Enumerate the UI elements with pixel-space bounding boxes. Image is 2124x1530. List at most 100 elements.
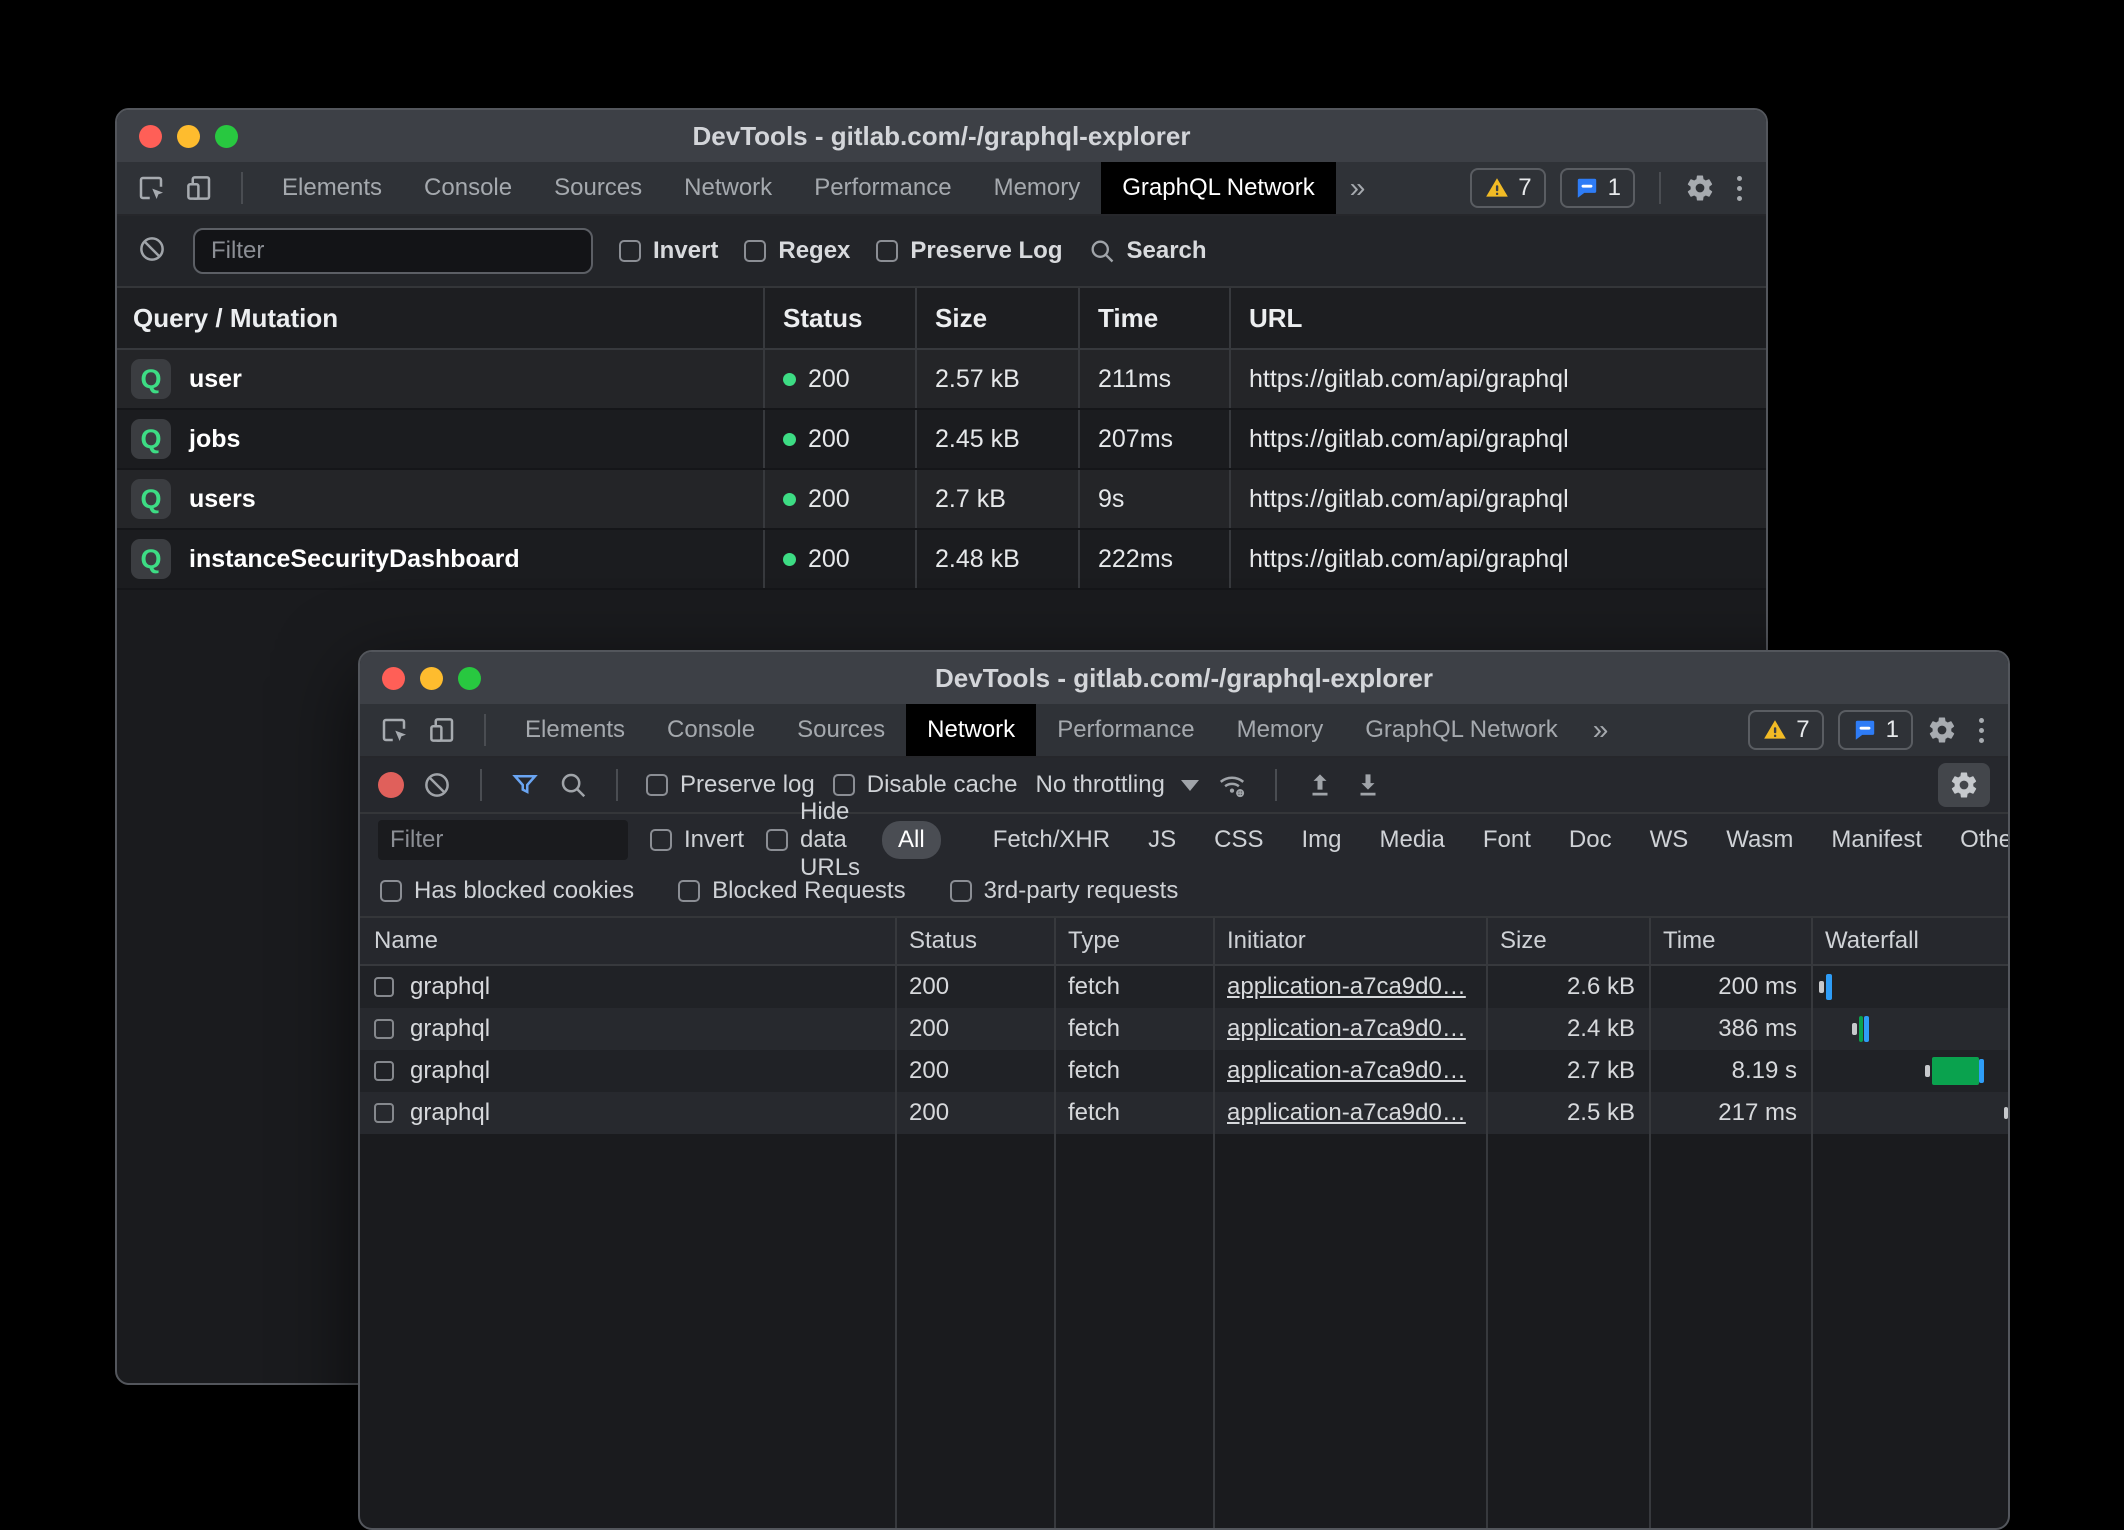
type-filter-css[interactable]: CSS [1206,821,1271,859]
type-filter-fetch-xhr[interactable]: Fetch/XHR [985,821,1118,859]
table-row[interactable]: graphql 200 fetch application-a7ca9d0… 2… [360,1008,2008,1050]
tab-network[interactable]: Network [663,162,793,214]
checkbox[interactable] [950,880,972,902]
checkbox[interactable] [678,880,700,902]
more-tabs-icon[interactable]: » [1336,162,1380,214]
column-header-name[interactable]: Name [360,918,897,964]
device-toolbar-icon[interactable] [183,172,215,204]
initiator-link[interactable]: application-a7ca9d0… [1227,973,1466,1001]
device-toolbar-icon[interactable] [426,714,458,746]
disable-cache-checkbox[interactable]: Disable cache [833,771,1018,799]
blocked-requests-checkbox[interactable]: Blocked Requests [678,877,905,905]
checkbox[interactable] [744,240,766,262]
filter-input[interactable] [193,228,593,274]
inspect-element-icon[interactable] [378,714,410,746]
initiator-link[interactable]: application-a7ca9d0… [1227,1015,1466,1043]
window-titlebar[interactable]: DevTools - gitlab.com/-/graphql-explorer [117,110,1766,162]
hide-data-urls-checkbox[interactable]: Hide data URLs [766,798,860,882]
type-filter-ws[interactable]: WS [1642,821,1697,859]
column-header-waterfall[interactable]: Waterfall [1813,918,2008,964]
type-filter-other[interactable]: Other [1952,821,2010,859]
zoom-window-button[interactable] [458,667,481,690]
clear-icon[interactable] [422,770,452,800]
column-header-status[interactable]: Status [897,918,1056,964]
throttling-select[interactable]: No throttling [1035,771,1198,799]
clear-icon[interactable] [137,234,167,269]
initiator-link[interactable]: application-a7ca9d0… [1227,1057,1466,1085]
tab-console[interactable]: Console [403,162,533,214]
zoom-window-button[interactable] [215,125,238,148]
tab-network[interactable]: Network [906,704,1036,756]
column-header-size[interactable]: Size [917,288,1080,348]
initiator-link[interactable]: application-a7ca9d0… [1227,1099,1466,1127]
warnings-badge[interactable]: 7 [1470,168,1545,208]
type-filter-all[interactable]: All [882,821,941,859]
tab-elements[interactable]: Elements [504,704,646,756]
column-header-type[interactable]: Type [1056,918,1215,964]
tab-console[interactable]: Console [646,704,776,756]
row-checkbox[interactable] [374,1061,394,1081]
tab-sources[interactable]: Sources [533,162,663,214]
close-window-button[interactable] [382,667,405,690]
table-row[interactable]: Quser 200 2.57 kB 211ms https://gitlab.c… [117,350,1766,410]
more-options-icon[interactable] [1971,718,1992,743]
table-row[interactable]: Qusers 200 2.7 kB 9s https://gitlab.com/… [117,470,1766,530]
tab-memory[interactable]: Memory [973,162,1102,214]
export-har-icon[interactable] [1353,770,1383,800]
settings-gear-icon[interactable] [1927,715,1957,745]
filter-input[interactable] [378,820,628,860]
checkbox[interactable] [766,829,788,851]
window-titlebar[interactable]: DevTools - gitlab.com/-/graphql-explorer [360,652,2008,704]
row-checkbox[interactable] [374,1103,394,1123]
column-header-time[interactable]: Time [1651,918,1813,964]
issues-badge[interactable]: 1 [1560,168,1635,208]
network-conditions-icon[interactable] [1217,770,1247,800]
table-row[interactable]: graphql 200 fetch application-a7ca9d0… 2… [360,966,2008,1008]
tab-graphql-network[interactable]: GraphQL Network [1344,704,1579,756]
import-har-icon[interactable] [1305,770,1335,800]
type-filter-doc[interactable]: Doc [1561,821,1620,859]
column-header-time[interactable]: Time [1080,288,1231,348]
column-header-size[interactable]: Size [1488,918,1651,964]
table-row[interactable]: Qjobs 200 2.45 kB 207ms https://gitlab.c… [117,410,1766,470]
close-window-button[interactable] [139,125,162,148]
tab-memory[interactable]: Memory [1216,704,1345,756]
search-button[interactable]: Search [1088,237,1206,265]
search-icon[interactable] [558,770,588,800]
type-filter-js[interactable]: JS [1140,821,1184,859]
checkbox[interactable] [650,829,672,851]
more-options-icon[interactable] [1729,176,1750,201]
tab-performance[interactable]: Performance [793,162,972,214]
minimize-window-button[interactable] [177,125,200,148]
tab-sources[interactable]: Sources [776,704,906,756]
column-header-query-mutation[interactable]: Query / Mutation [117,288,765,348]
issues-badge[interactable]: 1 [1838,710,1913,750]
inspect-element-icon[interactable] [135,172,167,204]
type-filter-wasm[interactable]: Wasm [1718,821,1801,859]
third-party-requests-checkbox[interactable]: 3rd-party requests [950,877,1179,905]
preserve-log-checkbox[interactable]: Preserve log [646,771,815,799]
column-header-initiator[interactable]: Initiator [1215,918,1488,964]
type-filter-manifest[interactable]: Manifest [1823,821,1930,859]
record-button[interactable] [378,772,404,798]
filter-funnel-icon[interactable] [510,770,540,800]
has-blocked-cookies-checkbox[interactable]: Has blocked cookies [380,877,634,905]
regex-checkbox[interactable]: Regex [744,237,850,265]
settings-gear-icon[interactable] [1685,173,1715,203]
tab-elements[interactable]: Elements [261,162,403,214]
tab-performance[interactable]: Performance [1036,704,1215,756]
table-row[interactable]: QinstanceSecurityDashboard 200 2.48 kB 2… [117,530,1766,590]
table-row[interactable]: graphql 200 fetch application-a7ca9d0… 2… [360,1092,2008,1134]
type-filter-media[interactable]: Media [1371,821,1452,859]
row-checkbox[interactable] [374,977,394,997]
checkbox[interactable] [380,880,402,902]
more-tabs-icon[interactable]: » [1579,704,1623,756]
table-row[interactable]: graphql 200 fetch application-a7ca9d0… 2… [360,1050,2008,1092]
checkbox[interactable] [833,774,855,796]
invert-checkbox[interactable]: Invert [650,826,744,854]
minimize-window-button[interactable] [420,667,443,690]
checkbox[interactable] [646,774,668,796]
row-checkbox[interactable] [374,1019,394,1039]
column-header-url[interactable]: URL [1231,288,1766,348]
column-header-status[interactable]: Status [765,288,917,348]
